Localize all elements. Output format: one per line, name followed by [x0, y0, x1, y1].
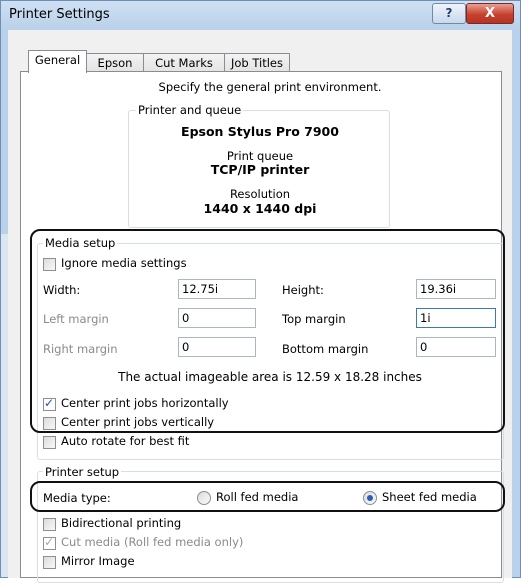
help-icon: ?: [445, 6, 453, 20]
tab-job-titles-label: Job Titles: [230, 56, 284, 70]
tab-cut-marks[interactable]: Cut Marks: [143, 53, 225, 72]
bidirectional-checkbox[interactable]: [43, 518, 56, 531]
window-title: Printer Settings: [9, 7, 110, 22]
tab-epson-label: Epson: [97, 56, 133, 70]
tab-job-titles[interactable]: Job Titles: [224, 53, 290, 72]
resolution-value: 1440 x 1440 dpi: [203, 201, 317, 216]
printer-queue-legend: Printer and queue: [136, 103, 244, 117]
mirror-image-checkbox[interactable]: [43, 556, 56, 569]
close-button[interactable]: X: [466, 3, 514, 24]
general-description: Specify the general print environment.: [158, 80, 382, 94]
media-type-highlight-outline: [30, 481, 505, 512]
print-queue-label: Print queue: [226, 149, 294, 163]
printer-setup-legend: Printer setup: [43, 465, 122, 479]
media-setup-highlight-outline: [30, 229, 505, 433]
tab-general[interactable]: General: [28, 50, 87, 73]
tab-cut-marks-label: Cut Marks: [155, 56, 213, 70]
cut-media-label[interactable]: Cut media (Roll fed media only): [61, 535, 243, 549]
printer-name: Epson Stylus Pro 7900: [181, 124, 339, 139]
close-icon: X: [484, 6, 496, 21]
print-queue-value: TCP/IP printer: [210, 162, 310, 177]
auto-rotate-checkbox[interactable]: [43, 436, 56, 449]
resolution-label: Resolution: [229, 187, 291, 201]
bidirectional-label[interactable]: Bidirectional printing: [61, 516, 181, 530]
title-bar[interactable]: Printer Settings ? X: [1, 1, 520, 29]
auto-rotate-label[interactable]: Auto rotate for best fit: [61, 434, 189, 448]
tab-general-label: General: [34, 53, 81, 67]
cut-media-checkbox[interactable]: [43, 535, 56, 550]
help-button[interactable]: ?: [432, 3, 466, 24]
mirror-image-label[interactable]: Mirror Image: [61, 554, 135, 568]
tab-epson[interactable]: Epson: [86, 53, 144, 72]
